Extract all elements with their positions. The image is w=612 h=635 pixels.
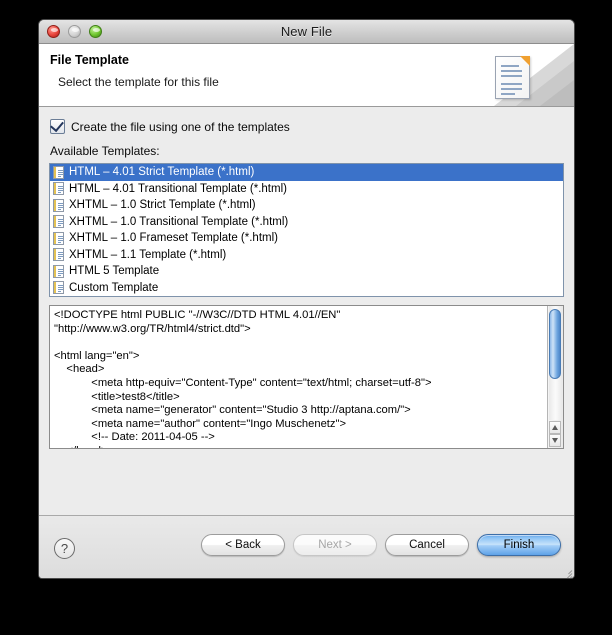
template-list-item-label: HTML – 4.01 Strict Template (*.html) xyxy=(69,166,255,179)
template-list-item[interactable]: XHTML – 1.1 Template (*.html) xyxy=(50,247,563,264)
template-list-item[interactable]: HTML 5 Template xyxy=(50,263,563,280)
window-title: New File xyxy=(280,24,333,39)
template-list-item-label: XHTML – 1.0 Strict Template (*.html) xyxy=(69,199,256,212)
window-titlebar[interactable]: New File xyxy=(39,20,574,44)
wizard-button-row: < Back Next > Cancel Finish xyxy=(201,534,561,556)
create-from-template-checkbox[interactable] xyxy=(50,117,65,134)
create-from-template-checkbox-row[interactable]: Create the file using one of the templat… xyxy=(50,117,290,134)
template-file-icon xyxy=(53,182,64,196)
template-list-item-label: Custom Template xyxy=(69,281,159,294)
zoom-window-button[interactable] xyxy=(89,25,102,38)
create-from-template-label: Create the file using one of the templat… xyxy=(71,119,290,134)
back-button[interactable]: < Back xyxy=(201,534,285,556)
template-preview-code: <!DOCTYPE html PUBLIC "-//W3C//DTD HTML … xyxy=(54,309,432,448)
available-templates-label: Available Templates: xyxy=(50,144,160,158)
checkmark-icon xyxy=(50,117,64,133)
template-list-item[interactable]: HTML – 4.01 Strict Template (*.html) xyxy=(50,164,563,181)
template-file-icon xyxy=(53,198,64,212)
desktop-backdrop: New File File Template Select the templa… xyxy=(0,0,612,635)
next-button: Next > xyxy=(293,534,377,556)
template-file-icon xyxy=(53,231,64,245)
template-list-item[interactable]: XHTML – 1.0 Frameset Template (*.html) xyxy=(50,230,563,247)
template-list-item-label: HTML 5 Template xyxy=(69,265,160,278)
document-page-icon xyxy=(495,56,530,99)
template-list-item-label: XHTML – 1.0 Frameset Template (*.html) xyxy=(69,232,278,245)
template-list-item[interactable]: XHTML – 1.0 Strict Template (*.html) xyxy=(50,197,563,214)
template-file-icon xyxy=(53,281,64,295)
window-controls xyxy=(47,25,102,38)
template-file-icon xyxy=(53,264,64,278)
template-preview-box: <!DOCTYPE html PUBLIC "-//W3C//DTD HTML … xyxy=(49,305,564,449)
wizard-body: Create the file using one of the templat… xyxy=(39,107,574,515)
available-templates-list[interactable]: HTML – 4.01 Strict Template (*.html) HTML… xyxy=(49,163,564,297)
cancel-button[interactable]: Cancel xyxy=(385,534,469,556)
page-title: File Template xyxy=(50,53,129,67)
template-list-item-label: XHTML – 1.1 Template (*.html) xyxy=(69,248,227,261)
wizard-footer: ? < Back Next > Cancel Finish xyxy=(39,515,574,578)
wizard-header: File Template Select the template for th… xyxy=(39,44,574,107)
close-window-button[interactable] xyxy=(47,25,60,38)
new-file-dialog-window: New File File Template Select the templa… xyxy=(38,19,575,579)
template-list-item[interactable]: Custom Template xyxy=(50,280,563,297)
template-file-icon xyxy=(53,215,64,229)
template-list-item-label: HTML – 4.01 Transitional Template (*.htm… xyxy=(69,182,287,195)
help-button[interactable]: ? xyxy=(54,538,75,559)
template-list-item[interactable]: XHTML – 1.0 Transitional Template (*.htm… xyxy=(50,214,563,231)
template-file-icon xyxy=(53,165,64,179)
minimize-window-button xyxy=(68,25,81,38)
template-list-item[interactable]: HTML – 4.01 Transitional Template (*.htm… xyxy=(50,181,563,198)
preview-vertical-scrollbar[interactable] xyxy=(547,306,563,448)
scroll-down-arrow-icon[interactable] xyxy=(549,434,561,447)
template-file-icon xyxy=(53,248,64,262)
finish-button[interactable]: Finish xyxy=(477,534,561,556)
template-list-item-label: XHTML – 1.0 Transitional Template (*.htm… xyxy=(69,215,289,228)
scroll-up-arrow-icon[interactable] xyxy=(549,421,561,434)
resize-grip-icon[interactable] xyxy=(558,566,573,578)
page-fold-corner-icon xyxy=(520,56,530,66)
scrollbar-thumb[interactable] xyxy=(549,309,561,379)
page-subtitle: Select the template for this file xyxy=(58,75,219,89)
